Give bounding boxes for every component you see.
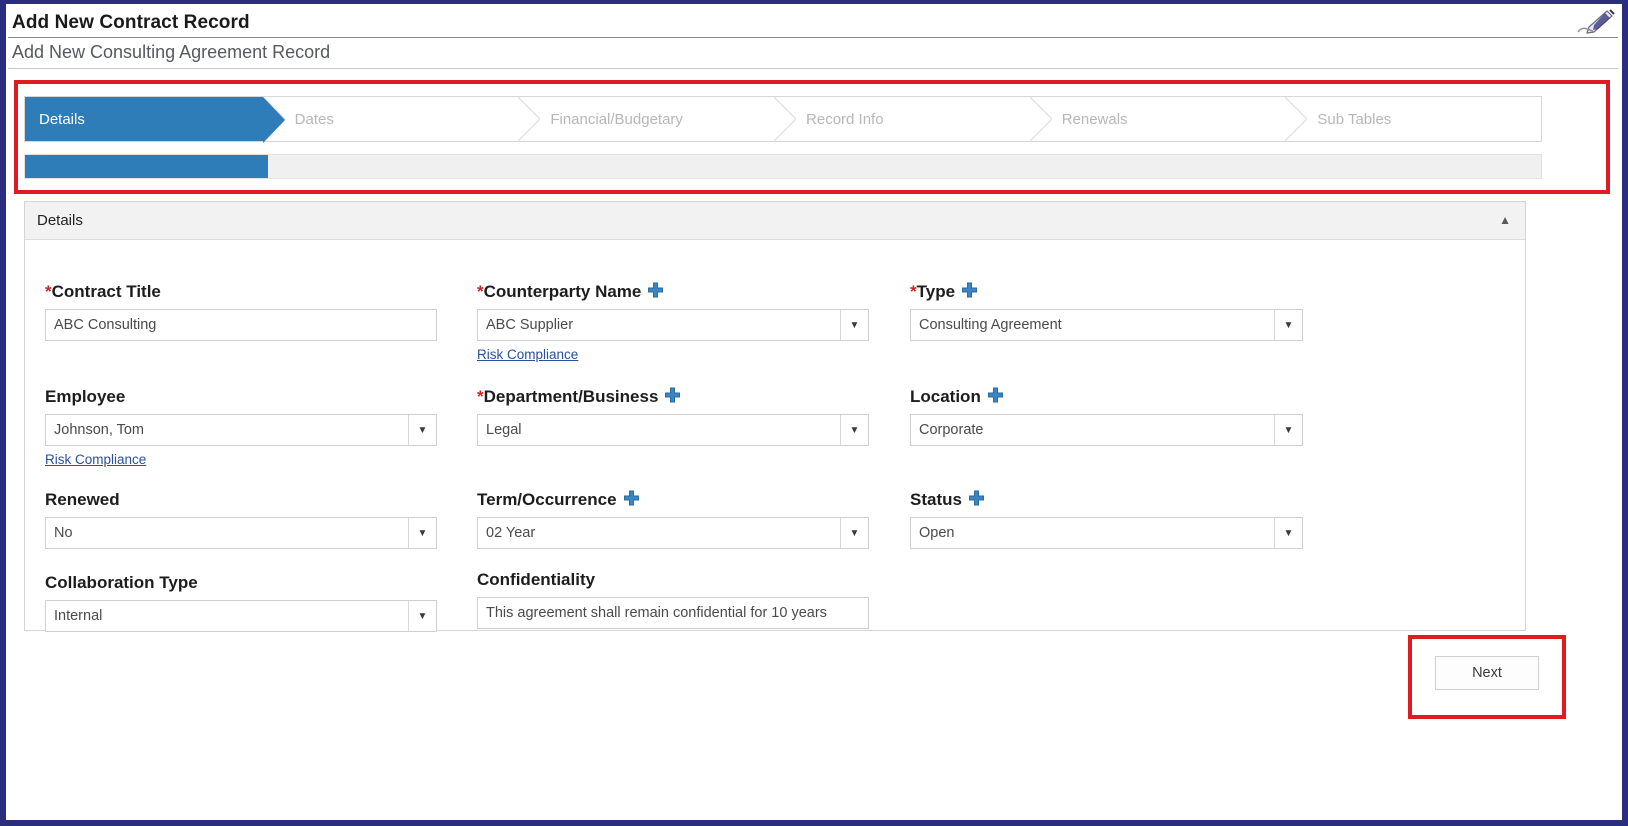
term-occurrence-select[interactable]: 02 Year ▼	[477, 517, 869, 549]
page-subtitle: Add New Consulting Agreement Record	[12, 42, 331, 62]
renewed-select[interactable]: No ▼	[45, 517, 437, 549]
confidentiality-input[interactable]: This agreement shall remain confidential…	[477, 597, 869, 629]
field-label-status: Status	[910, 490, 1303, 510]
renewed-value: No	[54, 525, 73, 541]
add-plus-icon[interactable]	[623, 490, 640, 507]
application-window: Add New Contract Record Add New Consulti…	[0, 0, 1628, 826]
field-label-department-business: *Department/Business	[477, 387, 869, 407]
field-label-collaboration-type: Collaboration Type	[45, 573, 198, 592]
employee-select[interactable]: Johnson, Tom ▼	[45, 414, 437, 446]
add-plus-icon[interactable]	[987, 387, 1004, 404]
employee-risk-compliance-link[interactable]: Risk Compliance	[45, 452, 437, 467]
details-panel-header[interactable]: Details ▲	[25, 202, 1525, 240]
pen-signature-icon[interactable]	[1574, 8, 1616, 36]
required-asterisk: *	[910, 282, 917, 301]
confidentiality-value: This agreement shall remain confidential…	[486, 605, 827, 621]
add-plus-icon[interactable]	[968, 490, 985, 507]
add-plus-icon[interactable]	[664, 387, 681, 404]
field-counterparty-name: *Counterparty Name ABC Supplier ▼ Risk C…	[477, 282, 869, 362]
chevron-down-icon[interactable]: ▼	[840, 518, 868, 548]
field-location: Location Corporate ▼	[910, 387, 1303, 446]
wizard-step-label: Record Info	[806, 110, 884, 128]
chevron-right-icon	[1285, 97, 1308, 141]
field-type: *Type Consulting Agreement ▼	[910, 282, 1303, 341]
counterparty-name-value: ABC Supplier	[486, 317, 574, 333]
location-value: Corporate	[919, 422, 984, 438]
contract-title-value: ABC Consulting	[54, 317, 157, 333]
collaboration-type-select[interactable]: Internal ▼	[45, 600, 437, 632]
chevron-down-icon[interactable]: ▼	[408, 518, 436, 548]
wizard-step-details[interactable]: Details	[25, 97, 285, 143]
field-label-employee: Employee	[45, 387, 126, 406]
chevron-down-icon[interactable]: ▼	[840, 415, 868, 445]
employee-value: Johnson, Tom	[54, 422, 145, 438]
field-employee: Employee Johnson, Tom ▼ Risk Compliance	[45, 387, 437, 467]
department-business-select[interactable]: Legal ▼	[477, 414, 869, 446]
status-select[interactable]: Open ▼	[910, 517, 1303, 549]
wizard-step-dates[interactable]: Dates	[262, 97, 519, 141]
field-label-contract-title: *Contract Title	[45, 282, 161, 301]
field-confidentiality: Confidentiality This agreement shall rem…	[477, 570, 869, 629]
chevron-down-icon[interactable]: ▼	[840, 310, 868, 340]
location-select[interactable]: Corporate ▼	[910, 414, 1303, 446]
counterparty-risk-compliance-link[interactable]: Risk Compliance	[477, 347, 869, 362]
chevron-down-icon[interactable]: ▼	[1274, 415, 1302, 445]
field-label-type: *Type	[910, 282, 1303, 302]
wizard-progress-bar	[24, 154, 1542, 179]
term-occurrence-value: 02 Year	[486, 525, 536, 541]
chevron-right-icon	[774, 97, 797, 141]
field-label-location: Location	[910, 387, 1303, 407]
wizard-progress-fill	[25, 155, 268, 178]
chevron-down-icon[interactable]: ▼	[408, 601, 436, 631]
type-select[interactable]: Consulting Agreement ▼	[910, 309, 1303, 341]
counterparty-name-select[interactable]: ABC Supplier ▼	[477, 309, 869, 341]
field-label-confidentiality: Confidentiality	[477, 570, 596, 589]
header-divider	[8, 37, 1618, 38]
department-business-value: Legal	[486, 422, 522, 438]
field-department-business: *Department/Business Legal ▼	[477, 387, 869, 446]
chevron-down-icon[interactable]: ▼	[408, 415, 436, 445]
wizard-step-label: Dates	[294, 110, 334, 128]
field-term-occurrence: Term/Occurrence 02 Year ▼	[477, 490, 869, 549]
chevron-right-icon	[262, 97, 285, 143]
header-divider-2	[8, 68, 1618, 69]
wizard-step-label: Sub Tables	[1317, 110, 1392, 128]
page-header: Add New Contract Record Add New Consulti…	[6, 4, 1622, 69]
field-label-term-occurrence: Term/Occurrence	[477, 490, 869, 510]
wizard-step-financial-budgetary[interactable]: Financial/Budgetary	[518, 97, 775, 141]
add-plus-icon[interactable]	[961, 282, 978, 299]
wizard-step-record-info[interactable]: Record Info	[774, 97, 1030, 141]
details-panel: Details ▲ *Contract Title ABC Consulting…	[24, 201, 1526, 632]
next-button[interactable]: Next	[1435, 656, 1539, 690]
required-asterisk: *	[477, 282, 484, 301]
required-asterisk: *	[45, 282, 52, 301]
collaboration-type-value: Internal	[54, 608, 103, 624]
field-label-renewed: Renewed	[45, 490, 120, 509]
wizard-step-renewals[interactable]: Renewals	[1029, 97, 1286, 141]
type-value: Consulting Agreement	[919, 317, 1062, 333]
field-renewed: Renewed No ▼	[45, 490, 437, 549]
wizard-step-label: Financial/Budgetary	[550, 110, 683, 128]
collapse-chevron-up-icon[interactable]: ▲	[1499, 214, 1511, 226]
wizard-step-label: Renewals	[1061, 110, 1128, 128]
required-asterisk: *	[477, 387, 484, 406]
wizard-step-sub-tables[interactable]: Sub Tables	[1285, 97, 1542, 141]
field-label-counterparty-name: *Counterparty Name	[477, 282, 869, 302]
details-panel-title: Details	[37, 212, 83, 229]
chevron-right-icon	[518, 97, 541, 141]
field-contract-title: *Contract Title ABC Consulting	[45, 282, 437, 341]
page-title: Add New Contract Record	[12, 12, 250, 33]
status-value: Open	[919, 525, 955, 541]
chevron-right-icon	[1029, 97, 1052, 141]
field-collaboration-type: Collaboration Type Internal ▼	[45, 573, 437, 632]
field-status: Status Open ▼	[910, 490, 1303, 549]
contract-title-input[interactable]: ABC Consulting	[45, 309, 437, 341]
wizard-step-label: Details	[39, 110, 85, 128]
add-plus-icon[interactable]	[647, 282, 664, 299]
chevron-down-icon[interactable]: ▼	[1274, 518, 1302, 548]
details-panel-body: *Contract Title ABC Consulting *Counterp…	[25, 240, 1525, 632]
wizard-step-bar: Details Dates Financial/Budgetary Record…	[24, 96, 1542, 143]
chevron-down-icon[interactable]: ▼	[1274, 310, 1302, 340]
